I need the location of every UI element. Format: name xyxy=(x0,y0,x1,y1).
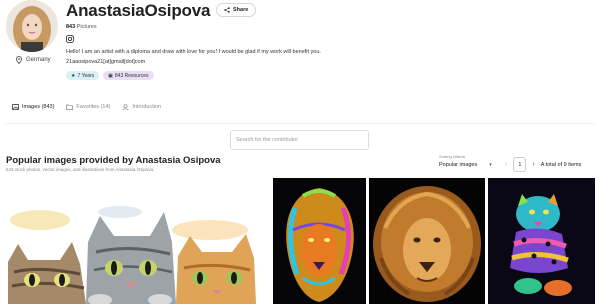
bio-text: Hello! I am an artist with a diploma and… xyxy=(66,49,321,55)
tab-bar: Images (843) Favorites (14) Introduction xyxy=(6,104,167,124)
total-items-text: A total of 9 items xyxy=(540,161,582,168)
next-page-icon[interactable]: › xyxy=(532,161,534,168)
avatar xyxy=(6,0,58,52)
instagram-icon[interactable] xyxy=(66,35,74,43)
picture-count: 843 Pictures xyxy=(66,24,97,30)
image-icon xyxy=(12,104,19,110)
sort-dropdown[interactable]: Popular images ▾ xyxy=(439,162,492,168)
user-icon xyxy=(122,104,129,110)
pagination: ‹ 1 › A total of 9 items xyxy=(505,157,581,172)
section-title: Popular images provided by Anastasia Osi… xyxy=(6,155,221,166)
location-pin-icon xyxy=(16,56,22,64)
resources-icon: ▣ xyxy=(108,72,113,79)
star-icon: ★ xyxy=(71,72,76,79)
years-badge: ★ 7 Years xyxy=(66,71,100,80)
resources-badge: ▣ 843 Resources xyxy=(103,71,154,80)
contributor-name: AnastasiaOsipova xyxy=(66,1,211,20)
share-button[interactable]: Share xyxy=(216,3,257,17)
sort-label: Sorting criteria xyxy=(439,154,465,159)
tab-introduction[interactable]: Introduction xyxy=(116,104,167,124)
location: Germany xyxy=(16,56,51,64)
share-label: Share xyxy=(233,7,249,13)
tab-images[interactable]: Images (843) xyxy=(6,104,61,124)
share-icon xyxy=(224,7,230,13)
folder-icon xyxy=(66,104,74,110)
section-subtitle: 843 stock photos, vector images, and ill… xyxy=(6,167,155,172)
prev-page-icon[interactable]: ‹ xyxy=(505,161,507,168)
dropdown-caret-icon: ▾ xyxy=(489,162,492,168)
badges: ★ 7 Years ▣ 843 Resources xyxy=(66,71,154,80)
location-label: Germany xyxy=(26,57,51,63)
tabs-divider xyxy=(6,123,594,124)
tab-favorites[interactable]: Favorites (14) xyxy=(60,104,116,124)
image-card-neon-lion[interactable] xyxy=(273,178,366,304)
image-card-rainbow-leopard[interactable] xyxy=(488,178,595,304)
email-text: 21aaosipova21[at]gmail[dot]com xyxy=(66,59,146,65)
contributor-search-input[interactable]: Search for the contributor xyxy=(230,130,369,150)
image-card-cats[interactable] xyxy=(0,182,272,304)
page-number-input[interactable]: 1 xyxy=(513,157,527,172)
image-card-golden-lion[interactable] xyxy=(369,178,485,304)
